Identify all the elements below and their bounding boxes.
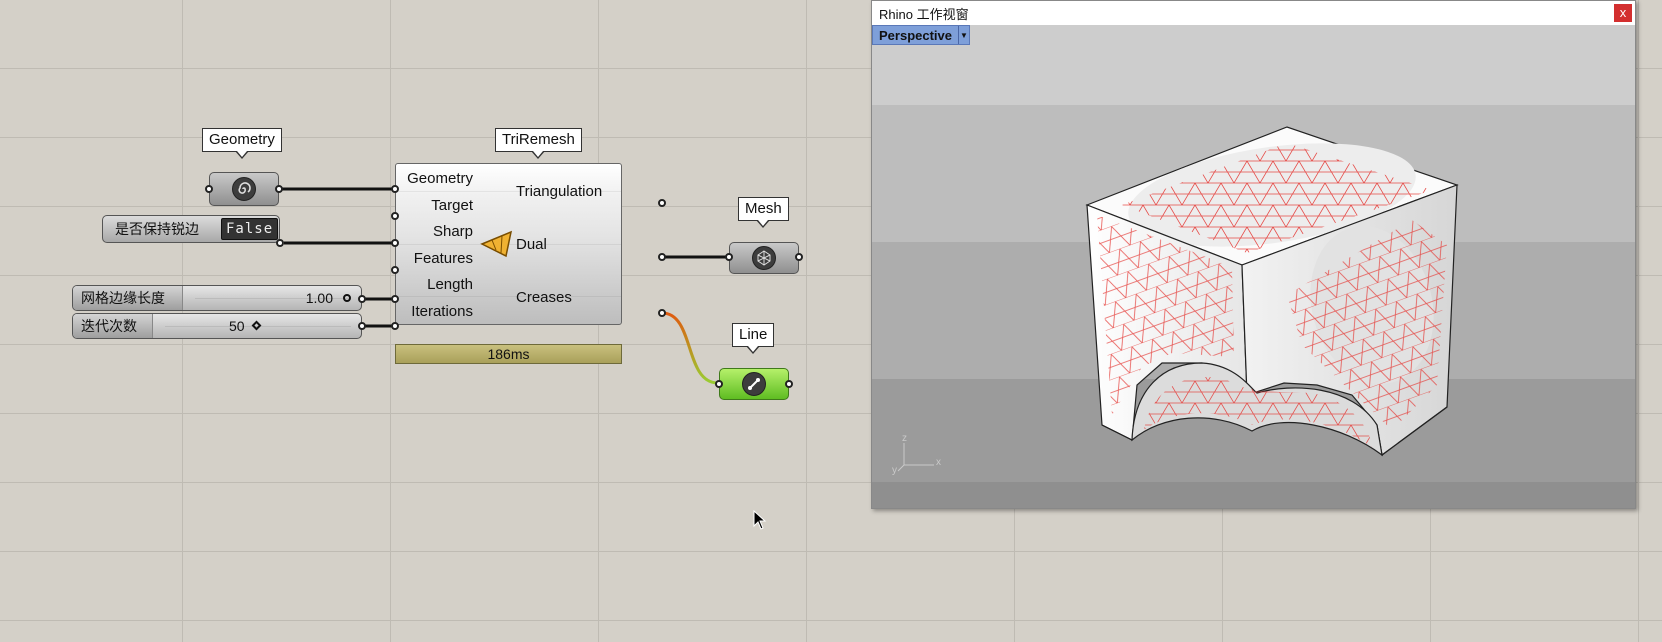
input-grip-geometry[interactable]	[391, 185, 399, 193]
toggle-value[interactable]: False	[221, 218, 279, 240]
input-iterations[interactable]: Iterations	[411, 303, 473, 320]
input-grip-sharp[interactable]	[391, 239, 399, 247]
mesh-icon	[752, 246, 776, 270]
viewport-name[interactable]: Perspective	[873, 28, 958, 43]
remeshed-box-model	[1085, 126, 1459, 457]
iterations-slider[interactable]: 迭代次数 50	[72, 313, 362, 339]
line-callout: Line	[732, 323, 775, 354]
rhino-titlebar[interactable]: Rhino 工作视窗 x	[872, 1, 1635, 25]
wire-creases-line	[661, 311, 719, 385]
chevron-down-icon[interactable]: ▼	[958, 26, 969, 44]
slider-track[interactable]: 1.00	[183, 286, 361, 310]
mouse-cursor-icon	[753, 509, 767, 535]
input-geometry[interactable]: Geometry	[407, 170, 473, 187]
axis-y-label: y	[892, 465, 897, 476]
axis-x-label: x	[936, 457, 941, 468]
output-triangulation[interactable]: Triangulation	[516, 183, 602, 200]
triremesh-component[interactable]: Geometry Target Sharp Features Length It…	[395, 163, 622, 325]
iterations-output-grip[interactable]	[358, 322, 366, 330]
slider-value: 1.00	[305, 290, 333, 306]
input-length[interactable]: Length	[427, 276, 473, 293]
toggle-output-grip[interactable]	[276, 239, 284, 247]
mesh-param-output-grip[interactable]	[795, 253, 803, 261]
input-target[interactable]: Target	[431, 197, 473, 214]
triremesh-callout: TriRemesh	[495, 128, 582, 159]
slider-value: 50	[229, 318, 245, 334]
output-creases[interactable]: Creases	[516, 289, 572, 306]
input-grip-target[interactable]	[391, 212, 399, 220]
line-segment-icon	[742, 372, 766, 396]
slider-track[interactable]: 50	[153, 314, 361, 338]
edge-length-output-grip[interactable]	[358, 295, 366, 303]
geometry-param-output-grip[interactable]	[275, 185, 283, 193]
input-sharp[interactable]: Sharp	[433, 223, 473, 240]
keep-sharp-toggle[interactable]: 是否保持锐边 False	[102, 215, 280, 243]
slider-label: 网格边缘长度	[73, 286, 183, 310]
input-grip-features[interactable]	[391, 266, 399, 274]
toggle-label: 是否保持锐边	[115, 221, 199, 237]
profiler-timer: 186ms	[395, 344, 622, 364]
output-grip-triangulation[interactable]	[658, 199, 666, 207]
geometry-param[interactable]	[209, 172, 279, 206]
mesh-param[interactable]	[729, 242, 799, 274]
viewport-tab[interactable]: Perspective ▼	[872, 25, 970, 45]
spiral-icon	[232, 177, 256, 201]
output-grip-dual[interactable]	[658, 253, 666, 261]
slider-knob[interactable]	[251, 320, 262, 331]
input-grip-iterations[interactable]	[391, 322, 399, 330]
geometry-callout: Geometry	[202, 128, 282, 159]
mesh-callout: Mesh	[738, 197, 789, 228]
output-grip-creases[interactable]	[658, 309, 666, 317]
mesh-param-input-grip[interactable]	[725, 253, 733, 261]
slider-label: 迭代次数	[73, 314, 153, 338]
slider-knob[interactable]	[343, 294, 351, 302]
edge-length-slider[interactable]: 网格边缘长度 1.00	[72, 285, 362, 311]
triangle-mesh-icon	[480, 230, 514, 263]
line-param[interactable]	[719, 368, 789, 400]
line-param-output-grip[interactable]	[785, 380, 793, 388]
axis-z-label: z	[902, 433, 907, 444]
input-grip-length[interactable]	[391, 295, 399, 303]
viewport-canvas[interactable]: Perspective ▼ x y z	[872, 25, 1635, 508]
line-param-input-grip[interactable]	[715, 380, 723, 388]
geometry-param-input-grip[interactable]	[205, 185, 213, 193]
output-dual[interactable]: Dual	[516, 236, 547, 253]
close-button[interactable]: x	[1614, 4, 1632, 22]
input-features[interactable]: Features	[414, 250, 473, 267]
rhino-window-title: Rhino 工作视窗	[879, 6, 969, 22]
rhino-viewport-window[interactable]: Rhino 工作视窗 x Perspective ▼ x y z	[871, 0, 1636, 509]
